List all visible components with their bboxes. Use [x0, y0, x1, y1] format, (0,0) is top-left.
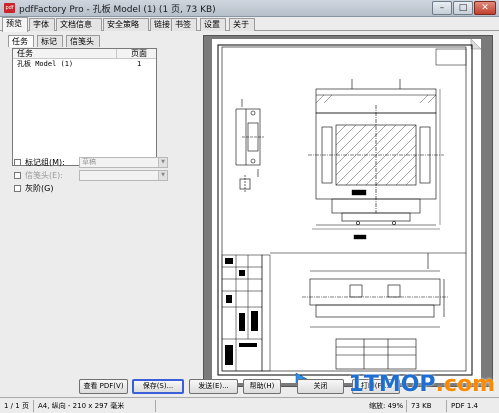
watermark-main: 1TMOP — [348, 372, 436, 397]
help-button[interactable]: 帮助(H) — [243, 379, 281, 394]
page-count-status: 1 / 1 页 — [2, 400, 34, 412]
task-list-header: 任务 页面 — [13, 49, 156, 59]
main-tab-bar: 预览 字体 文档信息 安全策略 链接 书签 设置 关于 — [0, 17, 499, 32]
subtab-marks[interactable]: 标记 — [37, 35, 63, 47]
page-preview-pane[interactable] — [203, 35, 493, 387]
pages-column-header[interactable]: 页面 — [131, 49, 147, 58]
chevron-down-icon[interactable]: ▼ — [158, 158, 167, 167]
grayscale-checkbox[interactable] — [14, 185, 21, 192]
letterhead-checkbox[interactable] — [14, 172, 21, 179]
pdf-version-status: PDF 1.4 — [451, 402, 478, 410]
task-pages: 1 — [137, 60, 142, 68]
window-title: pdfFactory Pro - 孔板 Model (1) (1 页, 73 K… — [19, 5, 216, 15]
paper-size-status: A4, 纵向 - 210 x 297 毫米 — [36, 400, 156, 412]
task-name: 孔板 Model (1) — [17, 60, 74, 68]
subtab-tasks[interactable]: 任务 — [8, 35, 34, 47]
tab-fonts[interactable]: 字体 — [29, 18, 55, 31]
markgroup-checkbox[interactable] — [14, 159, 21, 166]
view-pdf-button[interactable]: 查看 PDF(V) — [79, 379, 128, 394]
minimize-button[interactable]: – — [432, 1, 452, 15]
maximize-button[interactable]: □ — [453, 1, 473, 15]
pdffactory-app-icon[interactable]: pdf — [4, 3, 15, 13]
tab-bookmarks[interactable]: 书签 — [171, 18, 197, 31]
tab-document-info[interactable]: 文档信息 — [56, 18, 102, 31]
markgroup-option: 标记组(M): 草稿 ▼ — [12, 157, 168, 168]
letterhead-option: 信笺头(E): ▼ — [12, 170, 168, 181]
close-button[interactable]: 关闭 — [297, 379, 344, 394]
task-column-header[interactable]: 任务 — [17, 49, 33, 58]
watermark-suffix: .com — [435, 372, 495, 397]
grayscale-label: 灰阶(G) — [25, 184, 54, 193]
engineering-drawing-image — [217, 39, 481, 383]
subtab-letterhead[interactable]: 信笺头 — [66, 35, 100, 47]
save-button[interactable]: 保存(S)... — [132, 379, 184, 394]
markgroup-select[interactable]: 草稿 ▼ — [79, 157, 168, 168]
main-window-client: 预览 字体 文档信息 安全策略 链接 书签 设置 关于 任务 标记 信笺头 任务… — [0, 17, 499, 413]
tab-settings[interactable]: 设置 — [200, 18, 226, 31]
status-bar: 1 / 1 页 A4, 纵向 - 210 x 297 毫米 缩放: 49% 73… — [0, 397, 499, 413]
chevron-down-icon[interactable]: ▼ — [158, 171, 167, 180]
markgroup-label: 标记组(M): — [25, 158, 65, 167]
zoom-status: 缩放: 49% — [367, 400, 407, 412]
markgroup-select-value: 草稿 — [82, 158, 96, 166]
grayscale-option: 灰阶(G) — [12, 183, 158, 194]
task-list[interactable]: 任务 页面 孔板 Model (1) 1 — [12, 48, 157, 166]
column-separator — [116, 49, 117, 59]
tab-security[interactable]: 安全策略 — [103, 18, 149, 31]
letterhead-label: 信笺头(E): — [25, 171, 63, 180]
letterhead-select[interactable]: ▼ — [79, 170, 168, 181]
file-size-status: 73 KB — [409, 400, 447, 412]
preview-page — [212, 39, 481, 383]
tab-about[interactable]: 关于 — [229, 18, 255, 31]
sub-tab-bar: 任务 标记 信笺头 — [8, 35, 158, 47]
title-bar[interactable]: pdf pdfFactory Pro - 孔板 Model (1) (1 页, … — [0, 0, 499, 17]
close-window-button[interactable]: ✕ — [474, 1, 496, 15]
site-watermark: 1TMOP.com — [349, 372, 495, 397]
tab-preview[interactable]: 预览 — [2, 17, 28, 32]
send-button[interactable]: 发送(E)... — [189, 379, 238, 394]
task-list-row[interactable]: 孔板 Model (1) 1 — [13, 59, 156, 69]
